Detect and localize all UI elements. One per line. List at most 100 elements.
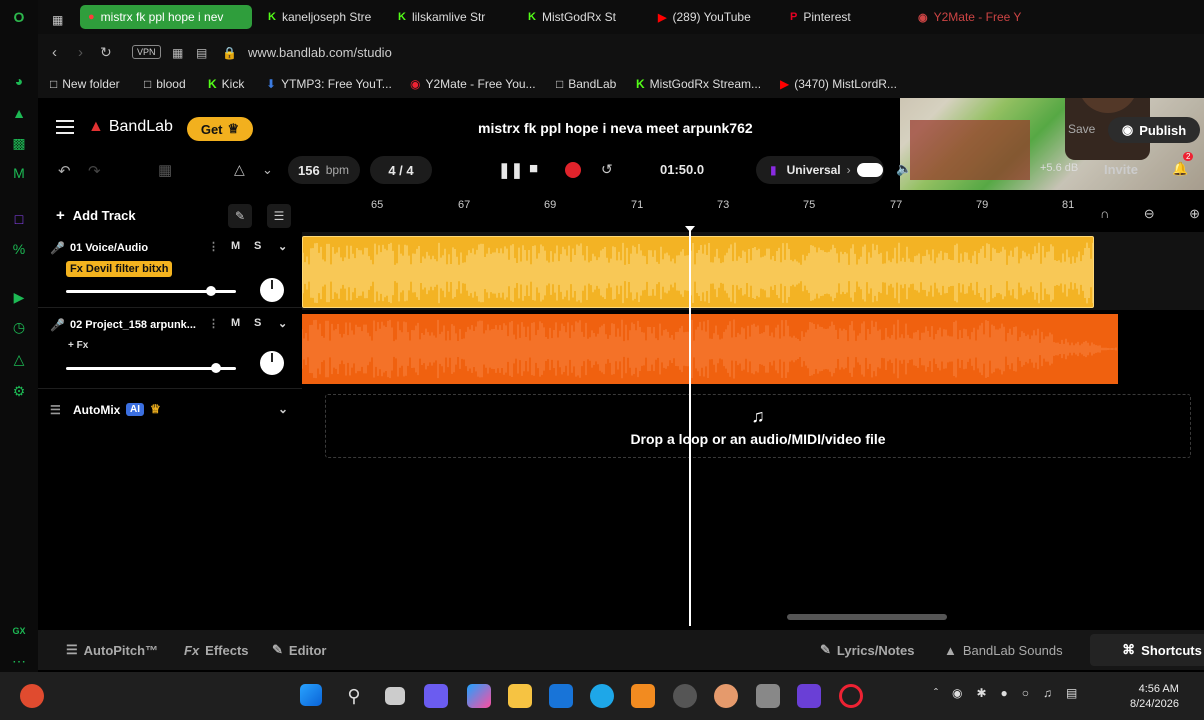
invite-button[interactable]: Invite bbox=[1104, 162, 1138, 177]
forward-icon[interactable]: › bbox=[78, 44, 83, 61]
zoom-in-icon[interactable]: ⊕ bbox=[1189, 206, 1200, 222]
track-options-icon[interactable]: ⋮ bbox=[208, 317, 219, 330]
record-button[interactable] bbox=[565, 162, 581, 178]
url-field[interactable]: www.bandlab.com/studio bbox=[248, 45, 392, 60]
key-selector[interactable]: ▮ Universal › bbox=[756, 156, 884, 184]
bandlab-sounds-button[interactable]: ▲ BandLab Sounds bbox=[944, 640, 1063, 660]
audio-region-voice[interactable] bbox=[302, 236, 1094, 308]
system-tray[interactable]: ˆ◉✱●○♫▤ bbox=[934, 686, 1091, 700]
time-signature-field[interactable]: 4 / 4 bbox=[370, 156, 432, 184]
file-explorer-icon[interactable] bbox=[508, 684, 532, 708]
discord-icon[interactable] bbox=[424, 684, 448, 708]
copilot-icon[interactable] bbox=[467, 684, 491, 708]
app-icon[interactable] bbox=[714, 684, 738, 708]
bookmark-ytmp3[interactable]: ⬇ YTMP3: Free YouT... bbox=[266, 77, 392, 91]
publish-button[interactable]: ◉ Publish bbox=[1108, 117, 1200, 143]
tab-pinterest[interactable]: P Pinterest bbox=[782, 5, 892, 29]
tab-youtube[interactable]: ▶ (289) YouTube bbox=[650, 5, 776, 29]
back-icon[interactable]: ‹ bbox=[52, 44, 57, 61]
tab-kaneljoseph[interactable]: K kaneljoseph Stre bbox=[260, 5, 382, 29]
track-name[interactable]: 02 Project_158 arpunk... bbox=[70, 319, 196, 331]
effects-button[interactable]: Fx Effects bbox=[184, 640, 249, 660]
notifications-icon[interactable]: 🔔 bbox=[1172, 161, 1188, 177]
tab-y2mate[interactable]: ◉ Y2Mate - Free Y bbox=[910, 5, 1030, 29]
reload-icon[interactable]: ↻ bbox=[100, 44, 112, 61]
twitch-side-icon[interactable]: ▩ bbox=[10, 134, 28, 152]
opera-gx-taskbar-icon[interactable] bbox=[839, 684, 863, 708]
volume-slider[interactable] bbox=[66, 363, 236, 373]
history-icon[interactable]: ◷ bbox=[10, 318, 28, 336]
editor-button[interactable]: ✎ Editor bbox=[272, 640, 326, 660]
save-button[interactable]: Save bbox=[1068, 122, 1095, 136]
wallet-icon[interactable]: ▤ bbox=[196, 46, 207, 60]
undo-icon[interactable]: ↶ bbox=[58, 162, 71, 180]
loop-button[interactable]: ↺ bbox=[601, 161, 613, 178]
more-icon[interactable]: ⋯ bbox=[10, 652, 28, 670]
bookmark-blood[interactable]: □ blood bbox=[144, 77, 186, 91]
chevron-down-icon[interactable]: ⌄ bbox=[278, 317, 287, 330]
player-icon[interactable]: ▶ bbox=[10, 288, 28, 306]
audio-region-project[interactable] bbox=[302, 314, 1118, 384]
track-options-icon[interactable]: ⋮ bbox=[208, 240, 219, 253]
solo-button[interactable]: S bbox=[254, 240, 261, 252]
track-name[interactable]: 01 Voice/Audio bbox=[70, 242, 148, 254]
app-icon[interactable] bbox=[20, 684, 44, 708]
key-toggle[interactable] bbox=[856, 163, 883, 177]
tempo-field[interactable]: 156 bpm bbox=[288, 156, 360, 184]
add-effect-button[interactable]: + Fx bbox=[68, 340, 88, 351]
task-view-icon[interactable] bbox=[385, 687, 405, 705]
redo-icon[interactable]: ↷ bbox=[88, 162, 101, 180]
volume-knob[interactable] bbox=[205, 286, 216, 296]
pan-knob[interactable] bbox=[260, 278, 284, 302]
metronome-icon[interactable]: △ bbox=[234, 161, 245, 178]
fl-studio-icon[interactable] bbox=[631, 684, 655, 708]
bandlab-logo[interactable]: ▲ BandLab bbox=[88, 118, 173, 136]
pen-tool-icon[interactable]: ✎ bbox=[228, 204, 252, 228]
chevron-down-icon[interactable]: ⌄ bbox=[278, 240, 287, 253]
zoom-out-icon[interactable]: ⊖ bbox=[1144, 206, 1155, 222]
edge-icon[interactable] bbox=[590, 684, 614, 708]
autopitch-button[interactable]: ☰ AutoPitch™ bbox=[66, 640, 158, 660]
bookmark-kick[interactable]: K Kick bbox=[208, 77, 244, 91]
opera-gx-icon[interactable]: O bbox=[10, 8, 28, 26]
windows-start-icon[interactable] bbox=[300, 684, 322, 706]
speed-dial-icon[interactable]: ◕ bbox=[10, 72, 28, 90]
magnet-icon[interactable]: ∩ bbox=[1100, 206, 1109, 222]
mail-side-icon[interactable]: M bbox=[10, 164, 28, 182]
piano-icon[interactable]: ▦ bbox=[158, 161, 172, 179]
pan-knob[interactable] bbox=[260, 351, 284, 375]
metronome-dropdown-icon[interactable]: ⌄ bbox=[262, 162, 273, 178]
bookmark-new-folder[interactable]: □ New folder bbox=[50, 77, 120, 91]
tab-bandlab-studio[interactable]: ● mistrx fk ppl hope i nev bbox=[80, 5, 252, 29]
vpn-badge[interactable]: VPN bbox=[132, 45, 161, 59]
extension-icon[interactable]: ▲ bbox=[10, 104, 28, 122]
horizontal-scrollbar[interactable] bbox=[787, 614, 947, 620]
volume-slider[interactable] bbox=[66, 286, 236, 296]
pause-button[interactable]: ❚❚ bbox=[498, 161, 523, 179]
add-track-button[interactable]: + Add Track bbox=[56, 204, 136, 226]
get-membership-button[interactable]: Get ♕ bbox=[187, 117, 253, 141]
outlook-icon[interactable] bbox=[549, 684, 573, 708]
playhead[interactable] bbox=[689, 230, 691, 626]
volume-knob[interactable] bbox=[210, 363, 221, 373]
bookmark-y2mate[interactable]: ◉ Y2Mate - Free You... bbox=[410, 77, 536, 91]
drop-zone[interactable]: ♫ Drop a loop or an audio/MIDI/video fil… bbox=[325, 394, 1191, 458]
bookmark-mistlordrx[interactable]: ▶ (3470) MistLordR... bbox=[780, 77, 897, 91]
mixer-icon[interactable]: ☰ bbox=[267, 204, 291, 228]
timeline-ruler[interactable]: 65 67 69 71 73 75 77 79 81 bbox=[303, 196, 1109, 232]
system-clock[interactable]: 4:56 AM 8/24/2026 bbox=[1130, 682, 1179, 712]
search-icon[interactable]: ⚲ bbox=[342, 684, 366, 708]
tab-menu-icon[interactable]: ▦ bbox=[52, 8, 63, 32]
lock-icon[interactable]: 🔒 bbox=[222, 46, 237, 60]
gx-icon[interactable]: GX bbox=[10, 622, 28, 640]
percent-icon[interactable]: % bbox=[10, 240, 28, 258]
track-row[interactable]: 🎤 02 Project_158 arpunk... ⋮ M S ⌄ + Fx bbox=[38, 311, 302, 389]
project-title[interactable]: mistrx fk ppl hope i neva meet arpunk762 bbox=[478, 120, 753, 136]
snapshot-icon[interactable]: ▦ bbox=[172, 46, 183, 60]
mute-button[interactable]: M bbox=[231, 317, 240, 329]
time-display[interactable]: 01:50.0 bbox=[660, 162, 704, 177]
automix-row[interactable]: ☰ AutoMix AI ♕ ⌄ bbox=[38, 398, 302, 424]
tab-mistgodrx[interactable]: K MistGodRx St bbox=[520, 5, 638, 29]
shortcuts-button[interactable]: ⌘ Shortcuts bbox=[1090, 634, 1204, 666]
settings-app-icon[interactable] bbox=[673, 684, 697, 708]
